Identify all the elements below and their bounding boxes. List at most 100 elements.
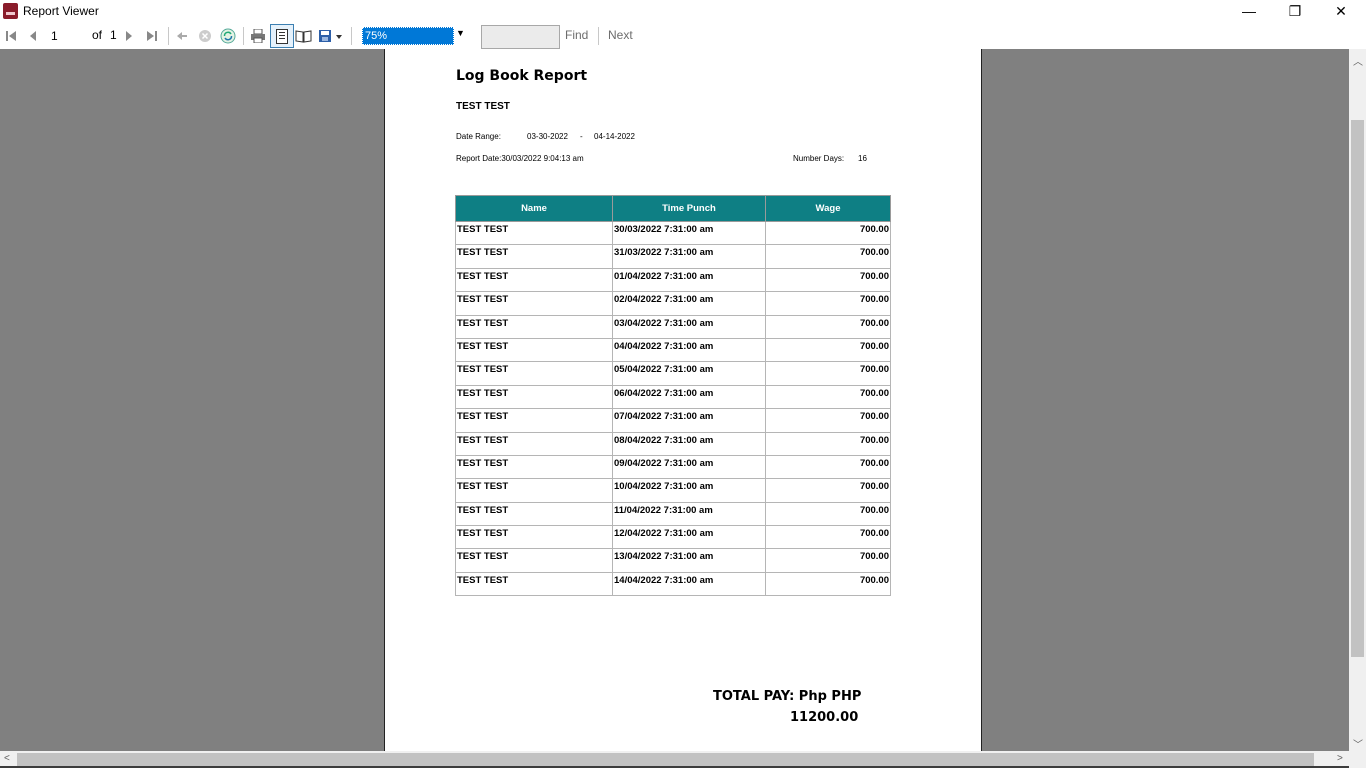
column-header-name: Name: [455, 195, 613, 222]
report-viewer-area[interactable]: Log Book Report TEST TEST Date Range: 03…: [0, 49, 1349, 751]
cell-time-punch: 05/04/2022 7:31:00 am: [612, 361, 766, 386]
date-range-label: Date Range:: [456, 132, 501, 141]
report-page: Log Book Report TEST TEST Date Range: 03…: [384, 49, 982, 751]
chevron-down-icon[interactable]: ▼: [456, 28, 465, 38]
cell-name: TEST TEST: [455, 291, 613, 316]
title-bar: Report Viewer — ❐ ✕: [0, 0, 1366, 23]
stop-icon[interactable]: [196, 23, 214, 49]
print-icon[interactable]: [248, 23, 268, 49]
toolbar-separator: [598, 27, 599, 45]
scroll-left-icon[interactable]: <: [4, 753, 10, 764]
cell-wage: 700.00: [765, 571, 891, 597]
cell-name: TEST TEST: [455, 220, 613, 246]
date-to: 04-14-2022: [594, 132, 635, 141]
cell-name: TEST TEST: [455, 525, 613, 550]
minimize-button[interactable]: —: [1226, 0, 1272, 22]
previous-page-icon[interactable]: [24, 23, 42, 49]
cell-time-punch: 11/04/2022 7:31:00 am: [612, 501, 766, 527]
employee-name: TEST TEST: [456, 101, 510, 112]
cell-time-punch: 09/04/2022 7:31:00 am: [612, 454, 766, 480]
cell-wage: 700.00: [765, 361, 891, 386]
total-pages: 1: [110, 28, 117, 42]
table-row: TEST TEST 09/04/2022 7:31:00 am 700.00: [455, 454, 891, 480]
cell-name: TEST TEST: [455, 548, 613, 573]
total-pay-label: TOTAL PAY: Php PHP: [713, 689, 862, 704]
refresh-icon[interactable]: [219, 23, 237, 49]
first-page-icon[interactable]: [2, 23, 20, 49]
vertical-scroll-thumb[interactable]: [1351, 120, 1364, 657]
log-table: Name Time Punch Wage TEST TEST 30/03/2022…: [455, 195, 891, 597]
toolbar-separator: [351, 27, 352, 45]
table-row: TEST TEST 05/04/2022 7:31:00 am 700.00: [455, 361, 891, 386]
table-row: TEST TEST 10/04/2022 7:31:00 am 700.00: [455, 478, 891, 503]
table-row: TEST TEST 04/04/2022 7:31:00 am 700.00: [455, 337, 891, 363]
cell-name: TEST TEST: [455, 431, 613, 456]
find-button[interactable]: Find: [565, 28, 588, 42]
table-header-row: Name Time Punch Wage: [455, 195, 891, 222]
number-days-value: 16: [858, 154, 867, 163]
cell-time-punch: 12/04/2022 7:31:00 am: [612, 525, 766, 550]
cell-wage: 700.00: [765, 478, 891, 503]
table-row: TEST TEST 07/04/2022 7:31:00 am 700.00: [455, 408, 891, 433]
print-layout-icon[interactable]: [270, 24, 294, 48]
column-header-time-punch: Time Punch: [612, 195, 766, 222]
date-range-dash: -: [580, 132, 583, 141]
maximize-button[interactable]: ❐: [1272, 0, 1318, 22]
cell-time-punch: 04/04/2022 7:31:00 am: [612, 337, 766, 363]
scrollbar-corner: [1349, 751, 1366, 768]
table-row: TEST TEST 12/04/2022 7:31:00 am 700.00: [455, 525, 891, 550]
page-setup-icon[interactable]: [293, 23, 313, 49]
cell-name: TEST TEST: [455, 408, 613, 433]
cell-name: TEST TEST: [455, 454, 613, 480]
cell-wage: 700.00: [765, 291, 891, 316]
table-row: TEST TEST 13/04/2022 7:31:00 am 700.00: [455, 548, 891, 573]
of-label: of: [92, 28, 103, 42]
find-next-button[interactable]: Next: [608, 28, 633, 42]
scroll-up-icon[interactable]: ︿: [1353, 53, 1363, 68]
cell-wage: 700.00: [765, 384, 891, 410]
cell-wage: 700.00: [765, 337, 891, 363]
cell-wage: 700.00: [765, 454, 891, 480]
close-button[interactable]: ✕: [1318, 0, 1364, 22]
cell-name: TEST TEST: [455, 478, 613, 503]
scroll-right-icon[interactable]: >: [1337, 753, 1343, 764]
window-title: Report Viewer: [23, 4, 99, 18]
cell-time-punch: 10/04/2022 7:31:00 am: [612, 478, 766, 503]
cell-time-punch: 13/04/2022 7:31:00 am: [612, 548, 766, 573]
report-toolbar: of 1 75% ▼ Find Next: [0, 23, 1366, 50]
table-row: TEST TEST 30/03/2022 7:31:00 am 700.00: [455, 220, 891, 246]
cell-name: TEST TEST: [455, 244, 613, 269]
cell-time-punch: 01/04/2022 7:31:00 am: [612, 267, 766, 293]
app-icon: [3, 3, 18, 19]
cell-wage: 700.00: [765, 548, 891, 573]
column-header-wage: Wage: [765, 195, 891, 222]
cell-wage: 700.00: [765, 431, 891, 456]
table-row: TEST TEST 03/04/2022 7:31:00 am 700.00: [455, 314, 891, 339]
export-icon[interactable]: [316, 23, 344, 49]
zoom-dropdown[interactable]: 75%: [362, 27, 454, 45]
cell-time-punch: 07/04/2022 7:31:00 am: [612, 408, 766, 433]
cell-wage: 700.00: [765, 244, 891, 269]
cell-wage: 700.00: [765, 314, 891, 339]
cell-wage: 700.00: [765, 501, 891, 527]
toolbar-separator: [168, 27, 169, 45]
cell-wage: 700.00: [765, 267, 891, 293]
cell-name: TEST TEST: [455, 361, 613, 386]
last-page-icon[interactable]: [143, 23, 161, 49]
find-input[interactable]: [481, 25, 560, 49]
next-page-icon[interactable]: [120, 23, 138, 49]
cell-time-punch: 31/03/2022 7:31:00 am: [612, 244, 766, 269]
scroll-down-icon[interactable]: ﹀: [1353, 736, 1363, 751]
cell-name: TEST TEST: [455, 267, 613, 293]
cell-name: TEST TEST: [455, 384, 613, 410]
page-number-input[interactable]: [46, 26, 96, 45]
cell-name: TEST TEST: [455, 571, 613, 597]
horizontal-scroll-thumb[interactable]: [17, 753, 1314, 766]
cell-wage: 700.00: [765, 220, 891, 246]
cell-name: TEST TEST: [455, 314, 613, 339]
back-icon[interactable]: [173, 23, 191, 49]
report-date: Report Date:30/03/2022 9:04:13 am: [456, 154, 584, 163]
cell-name: TEST TEST: [455, 501, 613, 527]
cell-name: TEST TEST: [455, 337, 613, 363]
total-pay-amount: 11200.00: [790, 710, 859, 725]
